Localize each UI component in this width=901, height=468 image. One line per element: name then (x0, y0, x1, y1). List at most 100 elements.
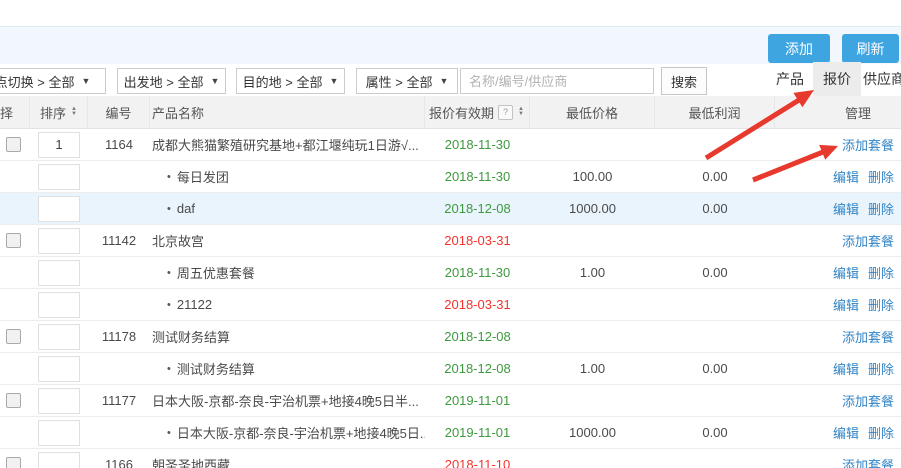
product-name-cell: •周五优惠套餐 (150, 257, 425, 288)
tab-quote[interactable]: 报价 (813, 62, 861, 96)
package-row: •测试财务结算2018-12-081.000.00编辑删除 (0, 353, 901, 385)
select-cell (0, 161, 30, 192)
row-checkbox[interactable] (6, 329, 21, 344)
delete-link[interactable]: 删除 (868, 423, 894, 442)
add-package-link[interactable]: 添加套餐 (842, 231, 894, 250)
delete-link[interactable]: 删除 (868, 263, 894, 282)
product-name: 周五优惠套餐 (177, 263, 255, 282)
validity-date: 2018-11-30 (445, 265, 511, 280)
delete-link[interactable]: 删除 (868, 199, 894, 218)
product-code (88, 289, 150, 320)
quote-management-screen: 添加 刷新 站点切换 > 全部 ▼ 出发地 > 全部 ▼ 目的地 > 全部 ▼ … (0, 0, 901, 468)
tab-supplier[interactable]: 供应商 (861, 62, 901, 96)
sort-order-input[interactable] (38, 356, 80, 382)
validity-cell: 2018-11-30 (425, 161, 530, 192)
manage-cell: 编辑删除 (775, 161, 901, 192)
product-name-cell: •daf (150, 193, 425, 224)
add-package-link[interactable]: 添加套餐 (842, 327, 894, 346)
filter-bar: 站点切换 > 全部 ▼ 出发地 > 全部 ▼ 目的地 > 全部 ▼ 属性 > 全… (0, 64, 901, 96)
validity-date: 2018-03-31 (444, 233, 511, 248)
row-checkbox[interactable] (6, 137, 21, 152)
edit-link[interactable]: 编辑 (833, 167, 859, 186)
product-row: 11142北京故宫2018-03-31添加套餐 (0, 225, 901, 257)
delete-link[interactable]: 删除 (868, 295, 894, 314)
sort-cell (30, 321, 88, 352)
sort-order-input[interactable] (38, 420, 80, 446)
sort-arrows-icon[interactable]: ▲▼ (518, 107, 524, 117)
help-icon[interactable]: ? (498, 105, 513, 120)
validity-cell: 2018-12-08 (425, 193, 530, 224)
bullet-icon: • (167, 171, 171, 183)
departure-filter-label: 出发地 > 全部 (124, 72, 204, 91)
header-manage: 管理 (775, 96, 901, 128)
add-package-link[interactable]: 添加套餐 (842, 135, 894, 154)
product-row: 11177日本大阪-京都-奈良-宇治机票+地接4晚5日半...2019-11-0… (0, 385, 901, 417)
search-button[interactable]: 搜索 (661, 67, 707, 95)
product-code (88, 161, 150, 192)
product-name: 日本大阪-京都-奈良-宇治机票+地接4晚5日... (177, 423, 425, 442)
manage-cell: 添加套餐 (775, 449, 901, 468)
header-product-name: 产品名称 (150, 96, 425, 128)
sort-order-input[interactable] (38, 388, 80, 414)
sort-order-input[interactable] (38, 228, 80, 254)
edit-link[interactable]: 编辑 (833, 199, 859, 218)
departure-filter-dropdown[interactable]: 出发地 > 全部 ▼ (117, 68, 226, 94)
product-name-cell: •每日发团 (150, 161, 425, 192)
row-checkbox[interactable] (6, 393, 21, 408)
manage-cell: 编辑删除 (775, 193, 901, 224)
edit-link[interactable]: 编辑 (833, 359, 859, 378)
manage-cell: 添加套餐 (775, 385, 901, 416)
min-profit: 0.00 (655, 353, 775, 384)
chevron-down-icon: ▼ (329, 77, 338, 86)
edit-link[interactable]: 编辑 (833, 263, 859, 282)
min-price: 100.00 (530, 161, 655, 192)
package-row: •日本大阪-京都-奈良-宇治机票+地接4晚5日...2019-11-011000… (0, 417, 901, 449)
sort-cell (30, 161, 88, 192)
validity-cell: 2018-03-31 (425, 289, 530, 320)
product-code: 1164 (88, 129, 150, 160)
row-checkbox[interactable] (6, 233, 21, 248)
add-button[interactable]: 添加 (768, 34, 830, 63)
product-code (88, 193, 150, 224)
chevron-down-icon: ▼ (439, 77, 448, 86)
edit-link[interactable]: 编辑 (833, 423, 859, 442)
sort-order-input[interactable] (38, 292, 80, 318)
product-code (88, 353, 150, 384)
search-input[interactable] (460, 68, 654, 94)
product-code (88, 417, 150, 448)
sort-order-input[interactable] (38, 324, 80, 350)
header-code: 编号 (88, 96, 150, 128)
refresh-button[interactable]: 刷新 (842, 34, 899, 63)
bullet-icon: • (167, 427, 171, 439)
validity-date: 2018-11-10 (445, 457, 511, 468)
select-cell (0, 321, 30, 352)
edit-link[interactable]: 编辑 (833, 295, 859, 314)
min-price: 1000.00 (530, 193, 655, 224)
sort-order-input[interactable] (38, 132, 80, 158)
sort-arrows-icon[interactable]: ▲▼ (71, 107, 77, 117)
validity-cell: 2018-11-10 (425, 449, 530, 468)
add-package-link[interactable]: 添加套餐 (842, 391, 894, 410)
header-min-profit: 最低利润 (655, 96, 775, 128)
product-row: 1164成都大熊猫繁殖研究基地+都江堰纯玩1日游√...2018-11-30添加… (0, 129, 901, 161)
product-name-cell: 朝圣圣地西藏 (150, 449, 425, 468)
sort-order-input[interactable] (38, 260, 80, 286)
select-cell (0, 353, 30, 384)
product-row: 11178测试财务结算2018-12-08添加套餐 (0, 321, 901, 353)
site-filter-dropdown[interactable]: 站点切换 > 全部 ▼ (0, 68, 106, 94)
sort-order-input[interactable] (38, 164, 80, 190)
attribute-filter-dropdown[interactable]: 属性 > 全部 ▼ (356, 68, 458, 94)
header-select: 选择 (0, 96, 30, 128)
sort-cell (30, 449, 88, 468)
delete-link[interactable]: 删除 (868, 167, 894, 186)
header-min-price: 最低价格 (530, 96, 655, 128)
add-package-link[interactable]: 添加套餐 (842, 455, 894, 468)
tab-product[interactable]: 产品 (767, 62, 813, 96)
validity-date: 2018-11-30 (445, 169, 511, 184)
destination-filter-dropdown[interactable]: 目的地 > 全部 ▼ (236, 68, 345, 94)
package-row: •daf2018-12-081000.000.00编辑删除 (0, 193, 901, 225)
sort-order-input[interactable] (38, 196, 80, 222)
sort-order-input[interactable] (38, 452, 80, 468)
row-checkbox[interactable] (6, 457, 21, 468)
delete-link[interactable]: 删除 (868, 359, 894, 378)
